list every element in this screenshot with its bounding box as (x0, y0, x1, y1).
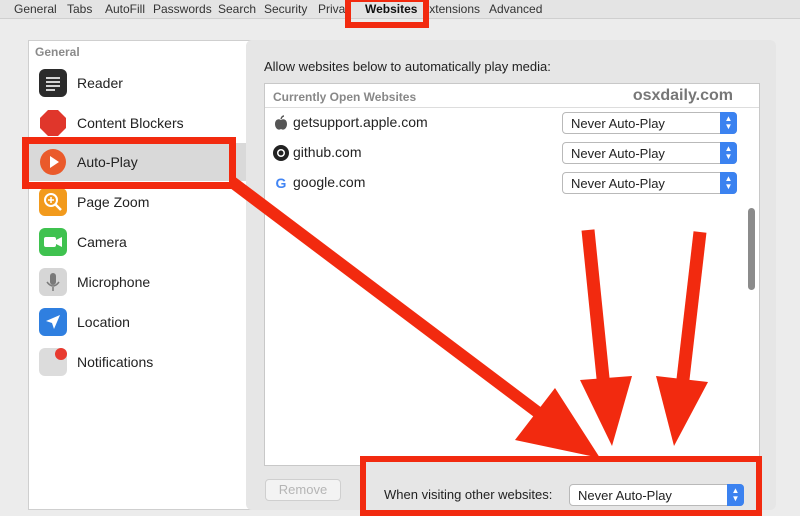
down-arrow-right (656, 231, 708, 446)
down-arrow-left (580, 229, 632, 446)
annotation-arrows (228, 177, 708, 458)
diagonal-arrow (228, 177, 600, 458)
